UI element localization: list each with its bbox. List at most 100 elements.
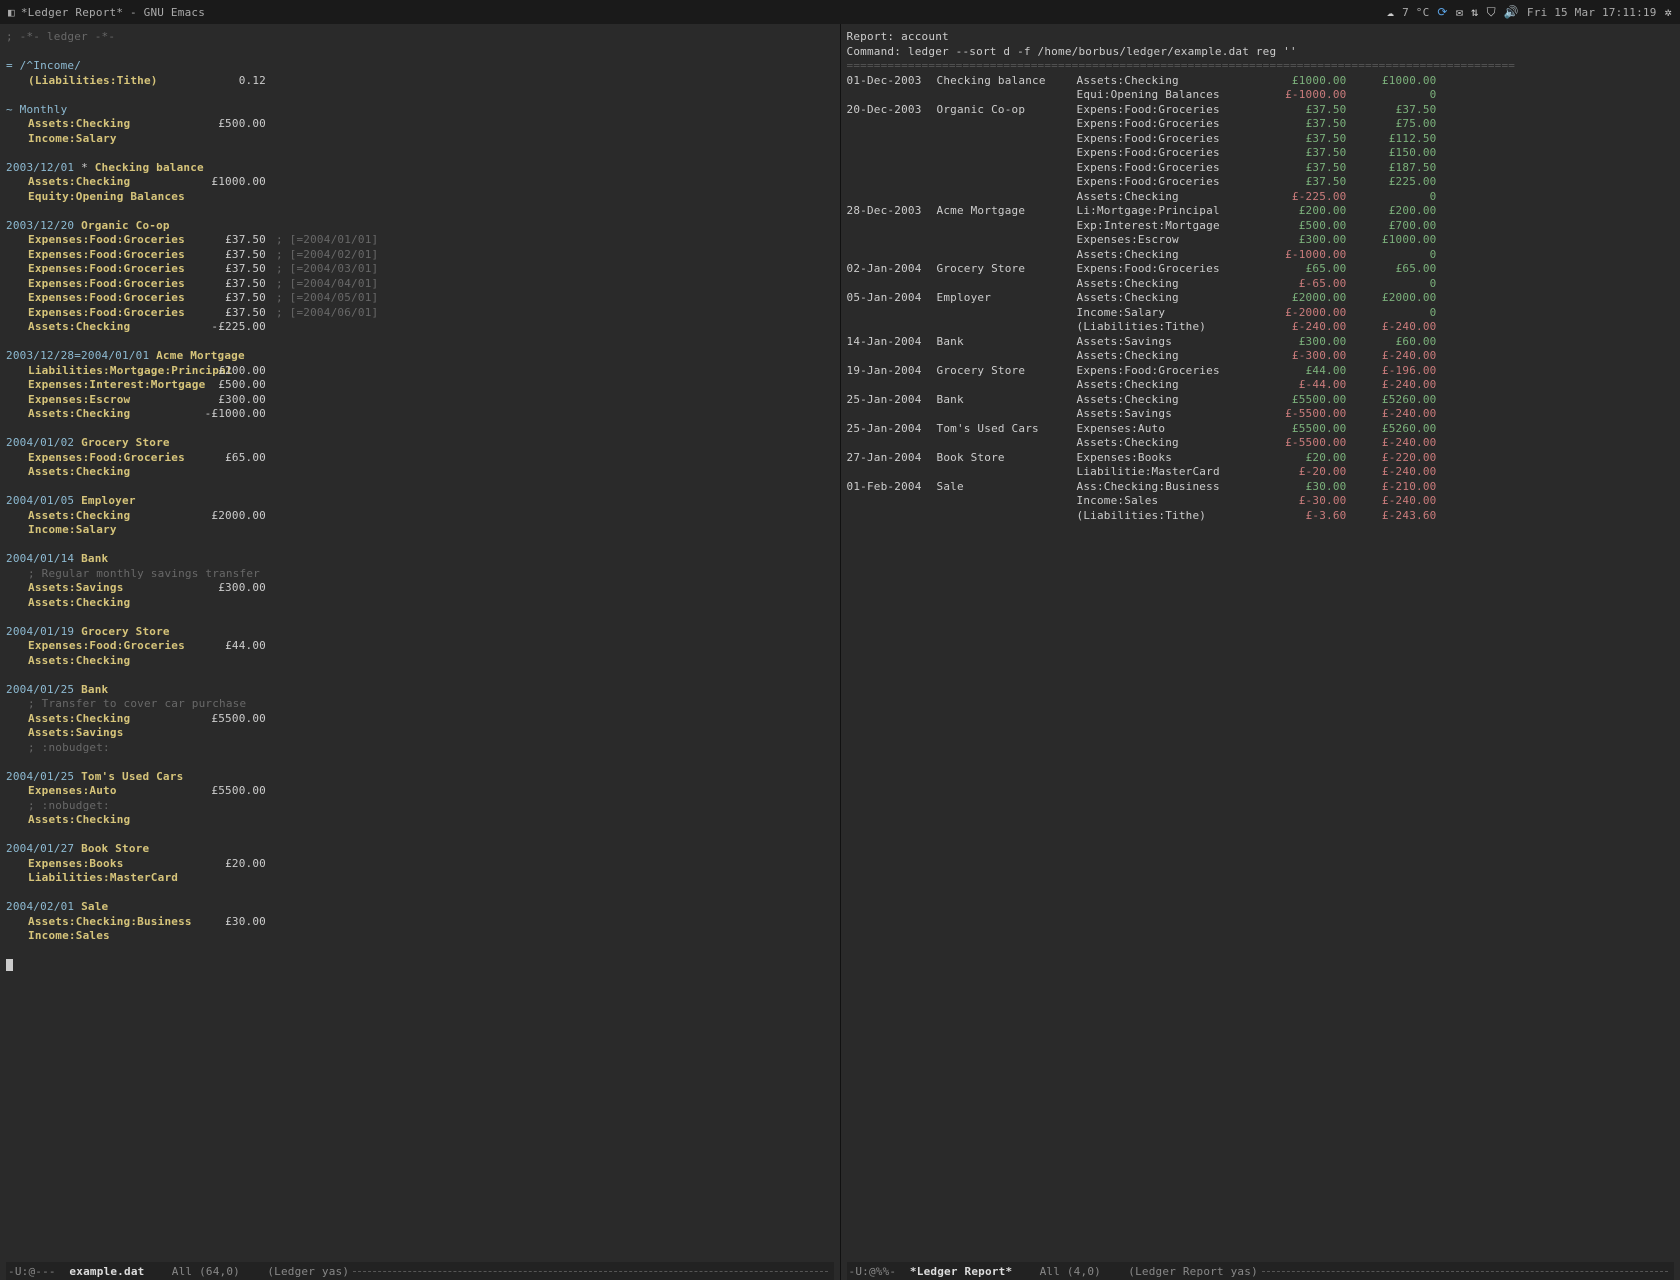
weather-icon[interactable]: ☁ — [1387, 5, 1394, 19]
modeline-pos: All (64,0) — [172, 1265, 240, 1278]
right-pane[interactable]: Report: accountCommand: ledger --sort d … — [841, 24, 1680, 1280]
posting-line: Expenses:Escrow£300.00 — [6, 393, 834, 408]
posting-line: Liabilities:MasterCard — [6, 871, 834, 886]
posting-line: Income:Sales — [6, 929, 834, 944]
posting-comment: ; :nobudget: — [6, 799, 834, 814]
register-row: 19-Jan-2004Grocery StoreExpens:Food:Groc… — [847, 364, 1675, 379]
posting-amount — [196, 132, 266, 147]
refresh-icon[interactable]: ⟳ — [1437, 5, 1447, 19]
register-row: 25-Jan-2004Tom's Used CarsExpenses:Auto£… — [847, 422, 1675, 437]
posting-line: Equity:Opening Balances — [6, 190, 834, 205]
posting-line: Assets:Checking — [6, 654, 834, 669]
txn-comment: ; :nobudget: — [6, 741, 834, 756]
posting-line: Assets:Checking£5500.00 — [6, 712, 834, 727]
transaction-header: 2004/01/25 Bank — [6, 683, 834, 698]
register-row: 01-Feb-2004SaleAss:Checking:Business£30.… — [847, 480, 1675, 495]
modeline-pos: All (4,0) — [1040, 1265, 1101, 1278]
register-row: Exp:Interest:Mortgage£500.00£700.00 — [847, 219, 1675, 234]
register-row: Expens:Food:Groceries£37.50£112.50 — [847, 132, 1675, 147]
posting-line: Assets:Checking£1000.00 — [6, 175, 834, 190]
register-row: Assets:Checking£-1000.000 — [847, 248, 1675, 263]
posting-line: Assets:Checking — [6, 596, 834, 611]
posting-line: Assets:Checking:Business£30.00 — [6, 915, 834, 930]
weather-text: 7 °C — [1402, 6, 1429, 19]
modeline-file: example.dat — [69, 1265, 144, 1278]
register-row: 25-Jan-2004BankAssets:Checking£5500.00£5… — [847, 393, 1675, 408]
posting-line: Assets:Checking-£225.00 — [6, 320, 834, 335]
transaction-header: 2004/02/01 Sale — [6, 900, 834, 915]
posting-account: Income:Salary — [6, 132, 196, 147]
network-icon[interactable]: ⇅ — [1471, 5, 1478, 19]
posting-line: Expenses:Food:Groceries£37.50; [=2004/05… — [6, 291, 834, 306]
register-row: Assets:Checking£-225.000 — [847, 190, 1675, 205]
posting-line: Expenses:Food:Groceries£37.50; [=2004/02… — [6, 248, 834, 263]
register-row: Expens:Food:Groceries£37.50£225.00 — [847, 175, 1675, 190]
modeline-status: -U:@--- — [8, 1265, 56, 1278]
transaction-header: 2004/01/27 Book Store — [6, 842, 834, 857]
text-cursor — [6, 959, 13, 971]
txn-comment: ; Regular monthly savings transfer — [6, 567, 834, 582]
register-row: (Liabilities:Tithe)£-3.60£-243.60 — [847, 509, 1675, 524]
posting-line: Liabilities:Mortgage:Principal£200.00 — [6, 364, 834, 379]
posting-line: Expenses:Food:Groceries£44.00 — [6, 639, 834, 654]
register-row: Assets:Checking£-44.00£-240.00 — [847, 378, 1675, 393]
ledger-source-buffer[interactable]: ; -*- ledger -*- = /^Income/(Liabilities… — [6, 30, 834, 1262]
left-pane[interactable]: ; -*- ledger -*- = /^Income/(Liabilities… — [0, 24, 841, 1280]
posting-line: Expenses:Food:Groceries£65.00 — [6, 451, 834, 466]
posting-line: Expenses:Interest:Mortgage£500.00 — [6, 378, 834, 393]
volume-icon[interactable]: 🔊 — [1504, 5, 1519, 19]
register-row: 01-Dec-2003Checking balanceAssets:Checki… — [847, 74, 1675, 89]
file-local-vars: ; -*- ledger -*- — [6, 30, 834, 45]
posting-line: Assets:Savings — [6, 726, 834, 741]
register-row: Assets:Checking£-5500.00£-240.00 — [847, 436, 1675, 451]
register-row: 05-Jan-2004EmployerAssets:Checking£2000.… — [847, 291, 1675, 306]
posting-line: Expenses:Auto£5500.00 — [6, 784, 834, 799]
modeline-file: *Ledger Report* — [910, 1265, 1012, 1278]
register-row: Income:Sales£-30.00£-240.00 — [847, 494, 1675, 509]
posting-line: Expenses:Books£20.00 — [6, 857, 834, 872]
posting-line: Expenses:Food:Groceries£37.50; [=2004/01… — [6, 233, 834, 248]
transaction-header: 2004/01/19 Grocery Store — [6, 625, 834, 640]
transaction-header: 2004/01/25 Tom's Used Cars — [6, 770, 834, 785]
register-row: Equi:Opening Balances£-1000.000 — [847, 88, 1675, 103]
periodic-rule: ~ Monthly — [6, 103, 834, 118]
mail-icon[interactable]: ✉ — [1456, 5, 1463, 19]
window-title: *Ledger Report* - GNU Emacs — [21, 6, 205, 19]
posting-line: Income:Salary — [6, 523, 834, 538]
posting-line: Assets:Savings£300.00 — [6, 581, 834, 596]
modeline-status: -U:@%%- — [849, 1265, 897, 1278]
left-modeline: -U:@--- example.dat All (64,0) (Ledger y… — [6, 1262, 834, 1280]
settings-icon[interactable]: ✲ — [1665, 5, 1672, 19]
posting-line: Assets:Checking£2000.00 — [6, 509, 834, 524]
app-icon: ◧ — [8, 6, 15, 19]
register-row: Expens:Food:Groceries£37.50£150.00 — [847, 146, 1675, 161]
register-row: Assets:Checking£-65.000 — [847, 277, 1675, 292]
transaction-header: 2004/01/14 Bank — [6, 552, 834, 567]
modeline-mode: (Ledger Report yas) — [1128, 1265, 1258, 1278]
register-row: Liabilitie:MasterCard£-20.00£-240.00 — [847, 465, 1675, 480]
posting-account: (Liabilities:Tithe) — [6, 74, 196, 89]
posting-line: Expenses:Food:Groceries£37.50; [=2004/03… — [6, 262, 834, 277]
transaction-header: 2003/12/01 * Checking balance — [6, 161, 834, 176]
posting-amount: £500.00 — [196, 117, 266, 132]
posting-account: Assets:Checking — [6, 117, 196, 132]
report-header: Report: account — [847, 30, 1675, 45]
posting-line: Expenses:Food:Groceries£37.50; [=2004/06… — [6, 306, 834, 321]
transaction-header: 2004/01/02 Grocery Store — [6, 436, 834, 451]
register-row: 27-Jan-2004Book StoreExpenses:Books£20.0… — [847, 451, 1675, 466]
register-row: Income:Salary£-2000.000 — [847, 306, 1675, 321]
updates-icon[interactable]: ⛉ — [1487, 5, 1496, 20]
register-row: Expens:Food:Groceries£37.50£187.50 — [847, 161, 1675, 176]
register-row: Assets:Savings£-5500.00£-240.00 — [847, 407, 1675, 422]
posting-line: Expenses:Food:Groceries£37.50; [=2004/04… — [6, 277, 834, 292]
register-row: Expenses:Escrow£300.00£1000.00 — [847, 233, 1675, 248]
titlebar: ◧ *Ledger Report* - GNU Emacs ☁ 7 °C ⟳ ✉… — [0, 0, 1680, 24]
posting-line: Assets:Checking — [6, 813, 834, 828]
right-modeline: -U:@%%- *Ledger Report* All (4,0) (Ledge… — [847, 1262, 1675, 1280]
posting-amount: 0.12 — [196, 74, 266, 89]
register-row: 20-Dec-2003Organic Co-opExpens:Food:Groc… — [847, 103, 1675, 118]
transaction-header: 2004/01/05 Employer — [6, 494, 834, 509]
ledger-report-buffer[interactable]: Report: accountCommand: ledger --sort d … — [847, 30, 1675, 1262]
register-row: (Liabilities:Tithe)£-240.00£-240.00 — [847, 320, 1675, 335]
editor-area: ; -*- ledger -*- = /^Income/(Liabilities… — [0, 24, 1680, 1280]
